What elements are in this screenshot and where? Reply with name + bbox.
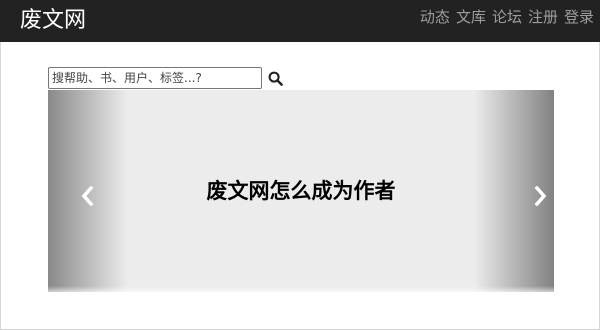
nav-link-login[interactable]: 登录 (564, 8, 594, 26)
nav-link-activity[interactable]: 动态 (420, 8, 450, 26)
nav-links: 动态 文库 论坛 注册 登录 (420, 8, 594, 26)
carousel: 废文网怎么成为作者 (48, 90, 554, 292)
search-input[interactable] (48, 67, 262, 89)
search-form (48, 66, 284, 90)
site-brand-link[interactable]: 废文网 (20, 7, 86, 35)
chevron-right-icon (534, 186, 547, 206)
search-button[interactable] (266, 68, 284, 88)
nav-link-library[interactable]: 文库 (456, 8, 486, 26)
nav-link-register[interactable]: 注册 (528, 8, 558, 26)
navbar: 废文网 动态 文库 论坛 注册 登录 (0, 0, 600, 42)
carousel-next-control[interactable] (474, 90, 554, 292)
nav-link-forum[interactable]: 论坛 (492, 8, 522, 26)
search-icon (268, 71, 283, 86)
